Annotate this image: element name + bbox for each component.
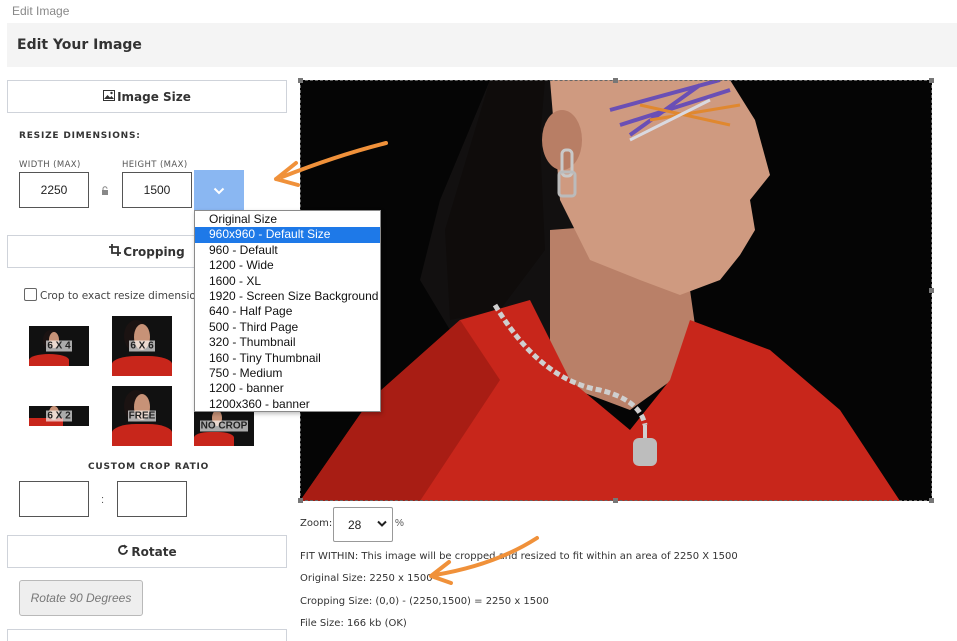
- crop-handle[interactable]: [298, 498, 303, 503]
- width-input[interactable]: [19, 172, 89, 208]
- crop-handle[interactable]: [613, 498, 618, 503]
- preset-option[interactable]: 160 - Tiny Thumbnail: [195, 351, 380, 366]
- crop-ratio-free[interactable]: FREE: [112, 386, 172, 446]
- page-title: Edit Your Image: [17, 37, 142, 53]
- chevron-down-icon: [213, 187, 225, 194]
- custom-crop-heading: CUSTOM CROP RATIO: [88, 462, 210, 472]
- crop-handle[interactable]: [929, 498, 934, 503]
- crop-handle[interactable]: [929, 78, 934, 83]
- next-section-button[interactable]: [7, 629, 287, 641]
- preset-option[interactable]: Original Size: [195, 212, 380, 227]
- preset-option[interactable]: 1920 - Screen Size Background: [195, 289, 380, 304]
- ratio-separator: :: [101, 494, 105, 506]
- height-input[interactable]: [122, 172, 192, 208]
- zoom-select[interactable]: 28: [333, 507, 393, 542]
- crop-ratio-label: FREE: [127, 410, 157, 422]
- zoom-label: Zoom:: [300, 518, 333, 529]
- rotate-button[interactable]: Rotate: [7, 535, 287, 568]
- image-size-button[interactable]: Image Size: [7, 80, 287, 113]
- crop-exact-label: Crop to exact resize dimensions: [40, 290, 208, 302]
- crop-ratio-label: 6 X 2: [46, 410, 72, 422]
- preset-option[interactable]: 1200 - Wide: [195, 258, 380, 273]
- lock-icon[interactable]: [100, 183, 110, 195]
- preset-option[interactable]: 1200 - banner: [195, 381, 380, 396]
- preset-option[interactable]: 1200x360 - banner: [195, 397, 380, 412]
- file-size-info: File Size: 166 kb (OK): [300, 618, 407, 629]
- image-icon: [103, 89, 116, 104]
- rotate-90-button[interactable]: Rotate 90 Degrees: [19, 580, 143, 616]
- rotate-icon: [117, 544, 129, 559]
- chevron-down-icon: [377, 520, 387, 527]
- window-title: Edit Image: [12, 4, 70, 18]
- crop-ratio-6x4[interactable]: 6 X 4: [29, 326, 89, 366]
- custom-ratio-width-input[interactable]: [19, 481, 89, 517]
- preset-option[interactable]: 320 - Thumbnail: [195, 335, 380, 350]
- image-preview[interactable]: [300, 80, 932, 501]
- preset-option-selected[interactable]: 960x960 - Default Size: [195, 227, 380, 243]
- width-label: WIDTH (MAX): [19, 160, 81, 170]
- fit-within-info: FIT WITHIN: This image will be cropped a…: [300, 551, 738, 562]
- cropping-size-info: Cropping Size: (0,0) - (2250,1500) = 225…: [300, 596, 549, 607]
- preset-option[interactable]: 500 - Third Page: [195, 320, 380, 335]
- crop-handle[interactable]: [613, 78, 618, 83]
- page-header: Edit Your Image: [7, 23, 957, 67]
- crop-handle[interactable]: [298, 78, 303, 83]
- image-size-label: Image Size: [117, 89, 191, 104]
- crop-exact-checkbox[interactable]: [24, 288, 37, 301]
- preset-option[interactable]: 750 - Medium: [195, 366, 380, 381]
- preset-option[interactable]: 640 - Half Page: [195, 304, 380, 319]
- preset-size-dropdown-button[interactable]: [194, 170, 244, 211]
- preset-option[interactable]: 960 - Default: [195, 243, 380, 258]
- zoom-percent: %: [395, 518, 404, 529]
- crop-ratio-6x6[interactable]: 6 X 6: [112, 316, 172, 376]
- crop-handle[interactable]: [929, 288, 934, 293]
- original-size-info: Original Size: 2250 x 1500: [300, 573, 433, 584]
- crop-icon: [109, 244, 122, 259]
- preset-option[interactable]: 1600 - XL: [195, 274, 380, 289]
- crop-ratio-label: NO CROP: [199, 420, 249, 432]
- crop-ratio-label: 6 X 4: [46, 340, 72, 352]
- crop-ratio-6x2[interactable]: 6 X 2: [29, 406, 89, 426]
- cropping-label: Cropping: [123, 244, 185, 259]
- height-label: HEIGHT (MAX): [122, 160, 188, 170]
- preset-size-dropdown[interactable]: Original Size 960x960 - Default Size 960…: [194, 210, 381, 412]
- portrait-photo: [300, 80, 932, 501]
- rotate-label: Rotate: [131, 544, 177, 559]
- zoom-value: 28: [348, 517, 362, 532]
- crop-ratio-label: 6 X 6: [129, 340, 155, 352]
- resize-heading: RESIZE DIMENSIONS:: [19, 131, 141, 141]
- custom-ratio-height-input[interactable]: [117, 481, 187, 517]
